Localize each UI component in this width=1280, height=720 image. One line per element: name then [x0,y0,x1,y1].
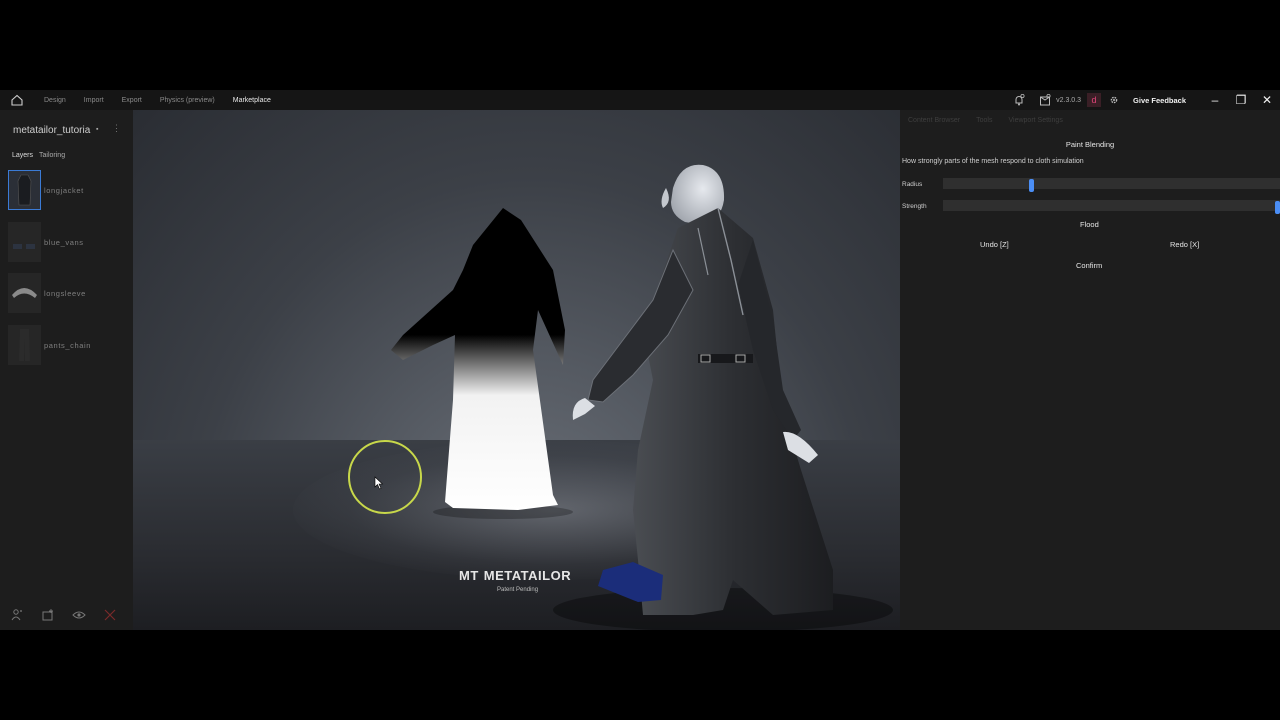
metatailor-app: Design Import Export Physics (preview) M… [0,90,1280,630]
menu-design[interactable]: Design [40,97,70,104]
layer-name: longsleeve [44,289,86,298]
bell-icon[interactable] [1012,93,1026,107]
flood-button[interactable]: Flood [1080,220,1099,229]
tab-tailoring[interactable]: Tailoring [39,152,65,159]
top-right-controls: v2.3.0.3 d Give Feedback – ❐ ✕ [1012,90,1280,110]
layer-name: longjacket [44,186,84,195]
main-menu: Design Import Export Physics (preview) M… [40,90,285,110]
visibility-icon[interactable] [72,608,86,622]
metatailor-logo: MT METATAILOR [459,568,571,583]
mouse-cursor-icon [374,476,384,490]
home-icon[interactable] [10,93,24,107]
confirm-button[interactable]: Confirm [1076,261,1102,270]
avatar-icon[interactable] [10,608,24,622]
layer-thumbnail [8,325,41,365]
letterbox-frame: Design Import Export Physics (preview) M… [0,0,1280,720]
patent-text: Patent Pending [497,587,539,593]
redo-button[interactable]: Redo [X] [1170,240,1199,249]
strength-slider-thumb[interactable] [1275,201,1280,214]
more-options-icon[interactable]: ⋮ [112,123,121,134]
radius-slider[interactable] [943,178,1280,192]
layer-thumbnail [8,170,41,210]
layer-name: pants_chain [44,341,92,350]
menu-import[interactable]: Import [80,97,108,104]
strength-slider[interactable] [943,200,1280,214]
menu-marketplace[interactable]: Marketplace [229,97,275,104]
give-feedback-button[interactable]: Give Feedback [1133,96,1186,105]
undo-button[interactable]: Undo [Z] [980,240,1009,249]
restore-button[interactable]: ❐ [1228,93,1254,107]
package-icon[interactable] [1038,93,1052,107]
panel-description: How strongly parts of the mesh respond t… [902,158,1084,165]
logo-text: METATAILOR [483,568,572,583]
project-name[interactable]: metatailor_tutoria [13,125,90,136]
tab-viewport-settings[interactable]: Viewport Settings [1008,117,1062,124]
3d-viewport[interactable]: MT METATAILOR Patent Pending [133,110,900,630]
layer-item-pants-chain[interactable]: pants_chain [8,325,128,365]
radius-label: Radius [902,181,923,188]
paint-brush-cursor [348,440,422,514]
scene-render [391,164,893,630]
version-label: v2.3.0.3 [1056,96,1082,104]
left-bottom-toolbar [10,608,117,622]
menu-export[interactable]: Export [118,97,146,104]
close-button[interactable]: ✕ [1254,93,1280,107]
layer-item-longjacket[interactable]: longjacket [8,170,128,210]
add-garment-icon[interactable] [41,608,55,622]
avatar-model [553,164,893,630]
user-avatar[interactable]: d [1087,93,1102,107]
tab-tools[interactable]: Tools [976,117,992,124]
layer-item-blue-vans[interactable]: blue_vans [8,222,128,262]
menu-physics[interactable]: Physics (preview) [156,97,219,104]
layer-name: blue_vans [44,238,84,247]
minimize-button[interactable]: – [1202,93,1228,107]
gear-icon[interactable] [1107,93,1121,107]
strength-label: Strength [902,203,927,210]
save-icon[interactable]: ▪ [96,126,98,133]
tab-content-browser[interactable]: Content Browser [908,117,960,124]
radius-slider-thumb[interactable] [1029,179,1034,192]
top-bar: Design Import Export Physics (preview) M… [0,90,1280,110]
layer-thumbnail [8,222,41,262]
logo-mark: MT [459,568,479,583]
layer-thumbnail [8,273,41,313]
tab-layers[interactable]: Layers [12,152,33,159]
layer-item-longsleeve[interactable]: longsleeve [8,273,128,313]
layers-panel: metatailor_tutoria ▪ ⋮ Layers Tailoring … [0,110,133,630]
right-tabs: Content Browser Tools Viewport Settings [908,117,1063,124]
tools-panel: Content Browser Tools Viewport Settings … [900,110,1280,630]
panel-title: Paint Blending [1065,140,1115,149]
delete-icon[interactable] [103,608,117,622]
left-tabs: Layers Tailoring [12,152,65,159]
